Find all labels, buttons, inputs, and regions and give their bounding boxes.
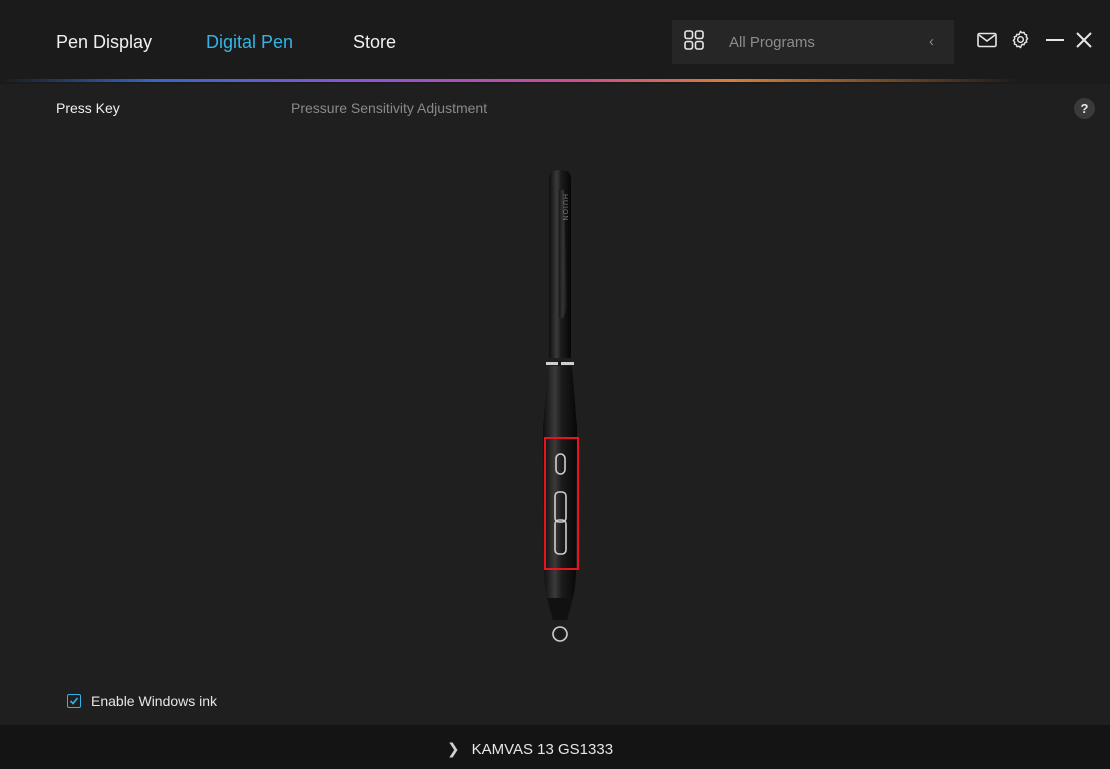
help-icon[interactable]: ?	[1074, 98, 1095, 119]
sub-tabs: Press Key Pressure Sensitivity Adjustmen…	[0, 92, 1110, 122]
tab-digital-pen[interactable]: Digital Pen	[206, 32, 293, 53]
mail-icon[interactable]	[977, 32, 997, 48]
all-programs-label: All Programs	[729, 34, 815, 51]
tab-press-key[interactable]: Press Key	[56, 100, 120, 116]
header-divider	[0, 79, 1110, 82]
device-footer[interactable]: ❯ KAMVAS 13 GS1333	[0, 725, 1110, 769]
windows-ink-label: Enable Windows ink	[91, 693, 218, 709]
pen-brand-text: HUION	[561, 194, 568, 222]
device-name: KAMVAS 13 GS1333	[471, 741, 614, 758]
press-key-highlight[interactable]	[544, 437, 579, 570]
tab-store[interactable]: Store	[353, 32, 396, 53]
check-icon	[69, 697, 79, 705]
windows-ink-checkbox[interactable]	[67, 694, 81, 708]
tab-pressure-sensitivity[interactable]: Pressure Sensitivity Adjustment	[291, 100, 487, 116]
top-bar: Pen Display Digital Pen Store All Progra…	[0, 0, 1110, 84]
grid-icon	[684, 30, 704, 50]
tab-pen-display[interactable]: Pen Display	[56, 32, 152, 53]
gear-icon[interactable]	[1011, 30, 1030, 49]
all-programs-selector[interactable]: All Programs ‹	[672, 20, 954, 64]
close-icon[interactable]	[1075, 31, 1093, 49]
chevron-right-icon: ❯	[447, 741, 460, 758]
minimize-icon[interactable]	[1045, 32, 1065, 48]
chevron-left-icon[interactable]: ‹	[929, 33, 934, 50]
digital-pen-image: HUION	[543, 170, 577, 642]
